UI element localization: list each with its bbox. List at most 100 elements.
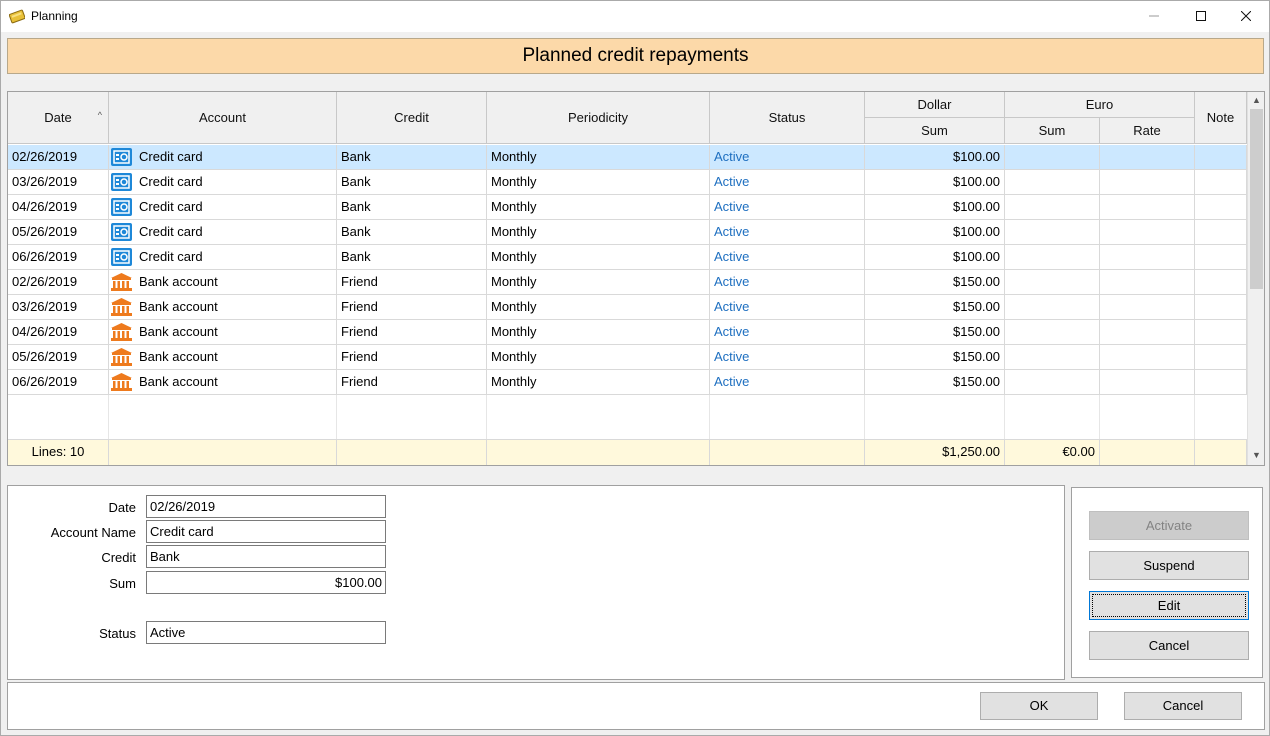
column-divider <box>486 395 487 439</box>
details-panel: Date 02/26/2019 Account Name Credit card… <box>7 485 1065 680</box>
column-divider <box>1099 395 1100 439</box>
dollar-sum-text: $150.00 <box>953 324 1000 339</box>
table-row[interactable]: 06/26/2019 Credit card Bank Monthly Active $1… <box>8 245 1247 270</box>
planning-window: Planning Planned credit repayments Date … <box>0 0 1270 736</box>
activate-button[interactable]: Activate <box>1089 511 1249 540</box>
cell-account: Bank account <box>109 295 337 320</box>
table-row[interactable]: 02/26/2019 Credit card Bank Monthly Active $1… <box>8 145 1247 170</box>
chevron-up-icon: ▲ <box>1252 95 1261 105</box>
header-euro-sum[interactable]: Sum <box>1005 118 1100 144</box>
repayments-table[interactable]: Date ^ Account Credit Periodicity Status… <box>7 91 1265 466</box>
ok-button[interactable]: OK <box>980 692 1098 720</box>
date-text: 04/26/2019 <box>12 324 78 339</box>
column-divider <box>108 395 109 439</box>
table-row[interactable]: 02/26/2019 Bank account Friend Monthly Activ… <box>8 270 1247 295</box>
status-field[interactable]: Active <box>146 621 386 644</box>
credit-text: Friend <box>341 374 378 389</box>
vertical-scrollbar[interactable]: ▲ ▼ <box>1247 92 1264 465</box>
cell-credit: Bank <box>337 145 487 170</box>
scrollbar-thumb[interactable] <box>1250 109 1263 289</box>
dollar-sum-text: $100.00 <box>953 249 1000 264</box>
cell-account: Bank account <box>109 345 337 370</box>
cell-credit: Friend <box>337 345 487 370</box>
header-account[interactable]: Account <box>109 92 337 144</box>
account-text: Credit card <box>139 224 203 239</box>
column-divider <box>864 395 865 439</box>
table-row[interactable]: 04/26/2019 Bank account Friend Monthly Activ… <box>8 320 1247 345</box>
header-periodicity[interactable]: Periodicity <box>487 92 710 144</box>
maximize-button[interactable] <box>1178 1 1224 32</box>
cancel-action-button[interactable]: Cancel <box>1089 631 1249 660</box>
status-text: Active <box>714 224 750 239</box>
table-row[interactable]: 03/26/2019 Credit card Bank Monthly Active $1… <box>8 170 1247 195</box>
header-credit[interactable]: Credit <box>337 92 487 144</box>
credit-text: Friend <box>341 349 378 364</box>
sort-ascending-icon: ^ <box>97 110 102 120</box>
cell-dollar-sum: $150.00 <box>865 320 1005 345</box>
cell-euro-sum <box>1005 370 1100 395</box>
header-status[interactable]: Status <box>710 92 865 144</box>
edit-button[interactable]: Edit <box>1089 591 1249 620</box>
table-row[interactable]: 03/26/2019 Bank account Friend Monthly Activ… <box>8 295 1247 320</box>
scroll-down-button[interactable]: ▼ <box>1248 447 1264 464</box>
euro-total: €0.00 <box>1005 440 1100 465</box>
status-text: Active <box>714 199 750 214</box>
account-name-field[interactable]: Credit card <box>146 520 386 543</box>
credit-text: Friend <box>341 299 378 314</box>
credit-text: Friend <box>341 274 378 289</box>
header-date[interactable]: Date ^ <box>8 92 109 144</box>
window-title: Planning <box>31 9 78 23</box>
minimize-button[interactable] <box>1131 1 1177 32</box>
cell-date: 02/26/2019 <box>8 270 109 295</box>
table-row[interactable]: 05/26/2019 Credit card Bank Monthly Active $1… <box>8 220 1247 245</box>
cell-euro-sum <box>1005 345 1100 370</box>
status-label: Status <box>99 626 136 641</box>
date-text: 03/26/2019 <box>12 299 78 314</box>
credit-field[interactable]: Bank <box>146 545 386 568</box>
credit-card-icon <box>111 172 132 191</box>
table-row[interactable]: 04/26/2019 Credit card Bank Monthly Active $1… <box>8 195 1247 220</box>
sum-field[interactable]: $100.00 <box>146 571 386 594</box>
cell-date: 03/26/2019 <box>8 295 109 320</box>
cell-euro-sum <box>1005 270 1100 295</box>
table-row[interactable]: 05/26/2019 Bank account Friend Monthly Activ… <box>8 345 1247 370</box>
suspend-button[interactable]: Suspend <box>1089 551 1249 580</box>
date-text: 02/26/2019 <box>12 149 78 164</box>
header-note[interactable]: Note <box>1195 92 1247 144</box>
bank-icon <box>111 322 132 341</box>
header-euro-rate[interactable]: Rate <box>1100 118 1195 144</box>
date-field[interactable]: 02/26/2019 <box>146 495 386 518</box>
cell-dollar-sum: $100.00 <box>865 220 1005 245</box>
close-button[interactable] <box>1223 1 1269 32</box>
cell-dollar-sum: $100.00 <box>865 195 1005 220</box>
cell-date: 06/26/2019 <box>8 245 109 270</box>
cell-account: Credit card <box>109 220 337 245</box>
account-text: Bank account <box>139 374 218 389</box>
table-row[interactable]: 06/26/2019 Bank account Friend Monthly Activ… <box>8 370 1247 395</box>
header-dollar-sum[interactable]: Sum <box>865 118 1005 144</box>
cell-credit: Friend <box>337 295 487 320</box>
scroll-up-button[interactable]: ▲ <box>1248 92 1264 109</box>
cell-credit: Friend <box>337 370 487 395</box>
planning-app-icon <box>9 9 25 24</box>
credit-card-icon <box>111 222 132 241</box>
credit-card-icon <box>111 147 132 166</box>
cell-periodicity: Monthly <box>487 195 710 220</box>
bank-icon <box>111 297 132 316</box>
cell-status: Active <box>710 270 865 295</box>
page-title: Planned credit repayments <box>7 38 1264 74</box>
cell-status: Active <box>710 320 865 345</box>
title-bar[interactable]: Planning <box>1 1 1269 32</box>
cell-periodicity: Monthly <box>487 370 710 395</box>
cell-credit: Bank <box>337 220 487 245</box>
account-text: Credit card <box>139 199 203 214</box>
credit-text: Bank <box>341 149 371 164</box>
column-divider <box>336 395 337 439</box>
cell-euro-sum <box>1005 245 1100 270</box>
header-dollar-group: Dollar <box>865 92 1005 118</box>
cell-credit: Bank <box>337 245 487 270</box>
date-text: 06/26/2019 <box>12 249 78 264</box>
cancel-button[interactable]: Cancel <box>1124 692 1242 720</box>
cell-status: Active <box>710 295 865 320</box>
account-name-label: Account Name <box>50 525 136 540</box>
